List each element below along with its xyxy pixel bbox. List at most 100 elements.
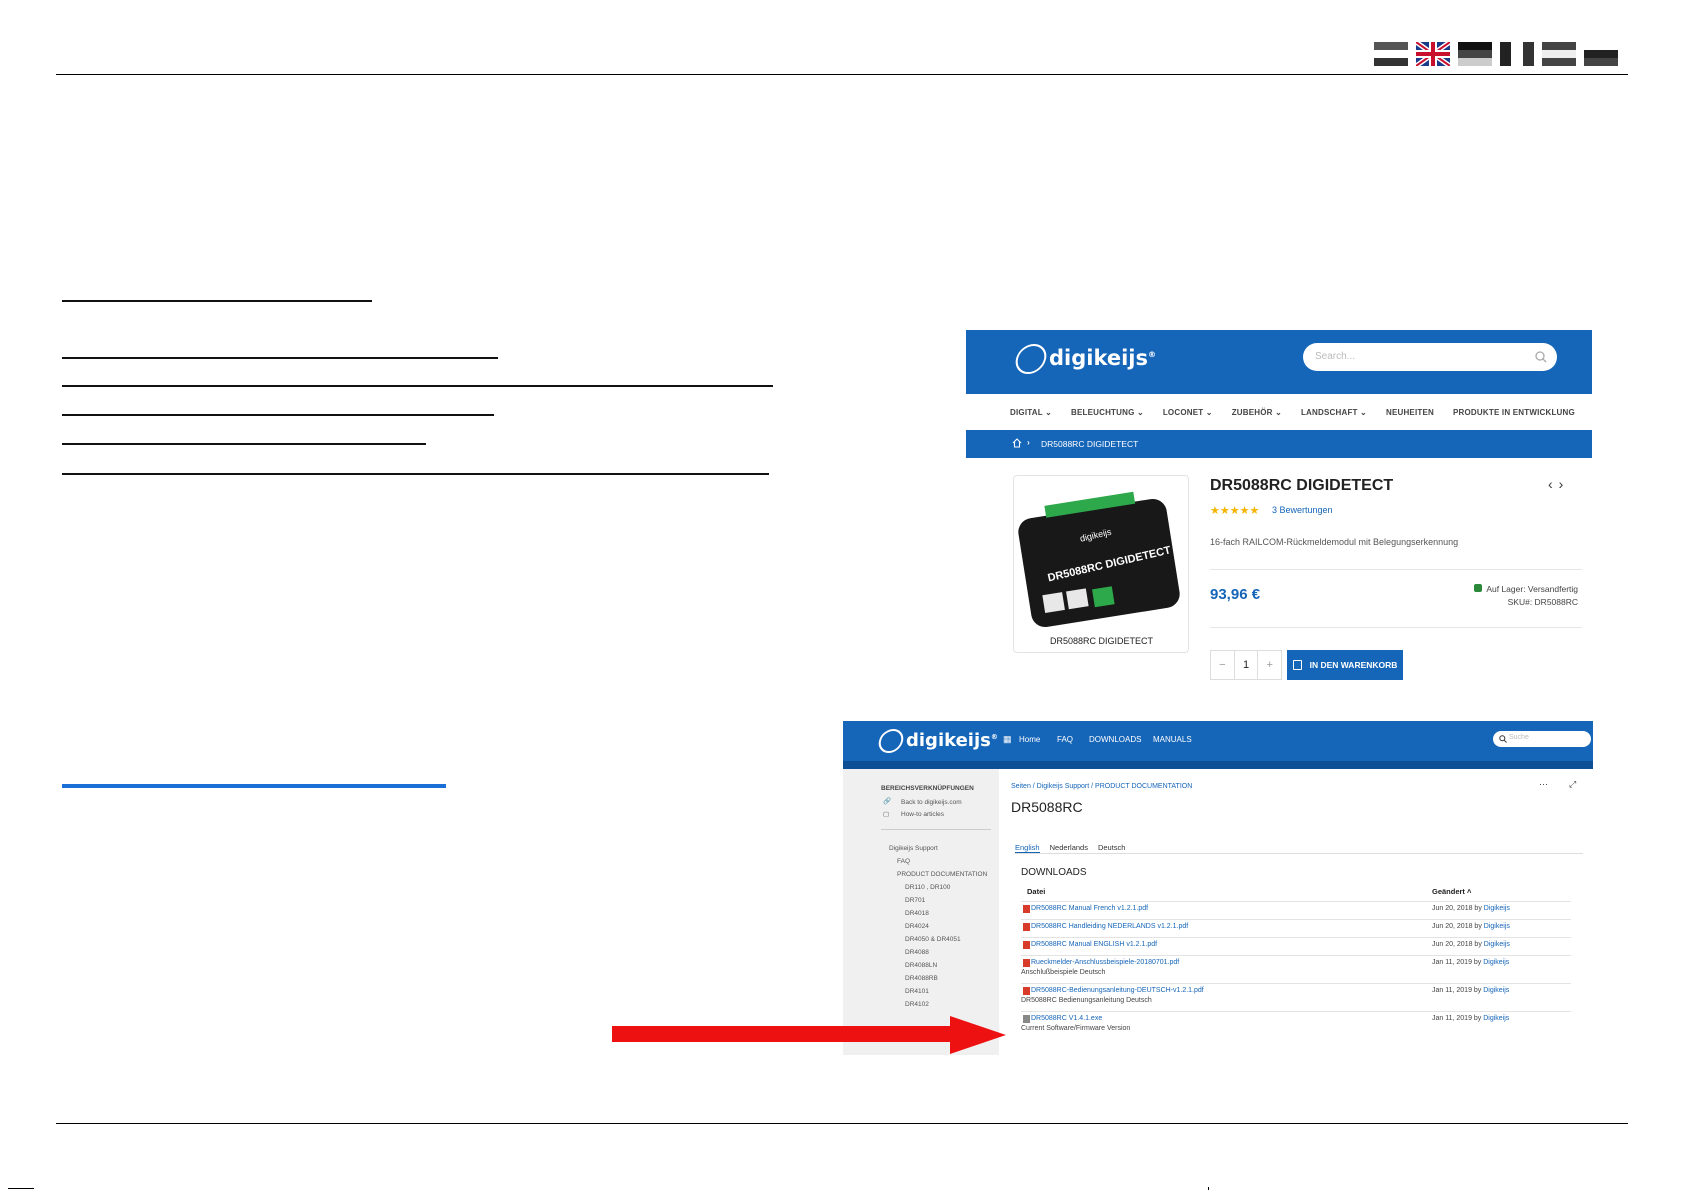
pdf-icon (1023, 905, 1030, 913)
author-link[interactable]: Digikeijs (1484, 905, 1510, 912)
docs-search-input[interactable]: Suche (1493, 731, 1591, 747)
table-row[interactable]: DR5088RC V1.4.1.exe Current Software/Fir… (1021, 1011, 1571, 1040)
flag-uk[interactable] (1416, 42, 1450, 66)
product-nav-arrows[interactable]: ‹› (1548, 476, 1569, 492)
search-icon[interactable] (1535, 351, 1547, 363)
apps-grid-icon[interactable]: ▦ (1003, 734, 1012, 745)
tree-item[interactable]: DR4088 (905, 949, 929, 956)
file-link[interactable]: DR5088RC-Bedienungsanleitung-DEUTSCH-v1.… (1031, 987, 1204, 994)
col-changed-header[interactable]: Geändert ˄ (1432, 887, 1471, 896)
nav-neuheiten[interactable]: NEUHEITEN (1386, 408, 1434, 417)
table-row[interactable]: Rueckmelder-Anschlussbeispiele-20180701.… (1021, 955, 1571, 984)
flag-4[interactable] (1500, 42, 1534, 66)
author-link[interactable]: Digikeijs (1483, 1015, 1509, 1022)
tree-faq[interactable]: FAQ (897, 858, 910, 865)
flag-1[interactable] (1374, 42, 1408, 66)
tabs-divider (1015, 853, 1583, 854)
table-row[interactable]: DR5088RC-Bedienungsanleitung-DEUTSCH-v1.… (1021, 983, 1571, 1012)
docs-nav-home[interactable]: Home (1019, 735, 1040, 744)
file-date: Jan 11, 2019 by Digikeijs (1432, 959, 1510, 966)
table-row[interactable]: DR5088RC Manual French v1.2.1.pdf Jun 20… (1021, 901, 1571, 920)
docs-nav-manuals[interactable]: MANUALS (1153, 735, 1192, 744)
link-underline[interactable] (62, 784, 446, 788)
tab-english[interactable]: English (1015, 843, 1040, 853)
tree-item[interactable]: DR4102 (905, 1001, 929, 1008)
sidebar-link-back[interactable]: Back to digikeijs.com (901, 799, 962, 806)
nav-landschaft[interactable]: LANDSCHAFT ⌄ (1301, 408, 1367, 417)
shop-logo[interactable]: digikeijs® (1012, 344, 1156, 374)
add-to-cart-label: IN DEN WARENKORB (1309, 660, 1398, 670)
file-link[interactable]: DR5088RC Manual ENGLISH v1.2.1.pdf (1031, 941, 1157, 948)
nav-beleuchtung[interactable]: BELEUCHTUNG ⌄ (1071, 408, 1144, 417)
tree-product-documentation[interactable]: PRODUCT DOCUMENTATION (897, 871, 987, 878)
docs-sidebar: BEREICHSVERKNÜPFUNGEN 🔗 Back to digikeij… (843, 769, 999, 1055)
tree-digikeijs-support[interactable]: Digikeijs Support (889, 845, 938, 852)
author-link[interactable]: Digikeijs (1484, 941, 1510, 948)
chevron-left-icon[interactable]: ‹ (1548, 476, 1559, 492)
downloads-heading: DOWNLOADS (1021, 867, 1087, 878)
file-link[interactable]: DR5088RC V1.4.1.exe (1031, 1015, 1102, 1022)
rating-stars: ★★★★★ (1210, 505, 1260, 517)
tree-item[interactable]: DR4088RB (905, 975, 938, 982)
file-link[interactable]: DR5088RC Handleiding NEDERLANDS v1.2.1.p… (1031, 923, 1188, 930)
qty-minus-button[interactable]: − (1211, 651, 1235, 679)
flag-5[interactable] (1542, 42, 1576, 66)
text-line-2 (62, 357, 498, 359)
add-to-cart-button[interactable]: IN DEN WARENKORB (1287, 650, 1403, 680)
more-icon[interactable]: ⋯ (1539, 779, 1548, 790)
tree-item[interactable]: DR4050 & DR4051 (905, 936, 961, 943)
table-row[interactable]: DR5088RC Manual ENGLISH v1.2.1.pdf Jun 2… (1021, 937, 1571, 956)
text-line-4 (62, 414, 494, 416)
qty-plus-button[interactable]: + (1258, 651, 1281, 679)
shop-search-input[interactable]: Search... (1303, 343, 1557, 371)
docs-breadcrumb[interactable]: Seiten / Digikeijs Support / PRODUCT DOC… (1011, 783, 1192, 790)
flag-6[interactable] (1584, 42, 1618, 66)
shop-header: digikeijs® Search... (966, 330, 1592, 394)
file-link[interactable]: DR5088RC Manual French v1.2.1.pdf (1031, 905, 1148, 912)
tree-item[interactable]: DR4024 (905, 923, 929, 930)
product-image[interactable]: digikeijs DR5088RC DIGIDETECT DR5088RC D… (1013, 475, 1189, 653)
docs-search-placeholder: Suche (1509, 734, 1529, 741)
docs-logo[interactable]: digikeijs® (876, 729, 998, 753)
nav-produkte-in-entwicklung[interactable]: PRODUKTE IN ENTWICKLUNG (1453, 408, 1575, 417)
file-link[interactable]: Rueckmelder-Anschlussbeispiele-20180701.… (1031, 959, 1179, 966)
product-description: 16-fach RAILCOM-Rückmeldemodul mit Beleg… (1210, 537, 1459, 547)
docs-nav-faq[interactable]: FAQ (1057, 735, 1073, 744)
nav-digital[interactable]: DIGITAL ⌄ (1010, 408, 1052, 417)
tree-item[interactable]: DR4088LN (905, 962, 937, 969)
qty-value[interactable]: 1 (1235, 651, 1259, 679)
footer-rule (56, 1123, 1628, 1124)
sidebar-link-howto[interactable]: How-to articles (901, 811, 944, 818)
quantity-stepper[interactable]: − 1 + (1210, 650, 1282, 680)
search-icon[interactable] (1499, 735, 1507, 743)
file-date: Jun 20, 2018 by Digikeijs (1432, 905, 1510, 912)
chevron-right-icon[interactable]: › (1559, 476, 1570, 492)
flag-3[interactable] (1458, 42, 1492, 66)
tree-item[interactable]: DR4018 (905, 910, 929, 917)
home-icon[interactable] (1012, 438, 1022, 448)
nav-zubehoer[interactable]: ZUBEHÖR ⌄ (1232, 408, 1282, 417)
expand-icon[interactable]: ⤢ (1569, 779, 1576, 790)
tree-item[interactable]: DR4101 (905, 988, 929, 995)
table-row[interactable]: DR5088RC Handleiding NEDERLANDS v1.2.1.p… (1021, 919, 1571, 938)
col-file-header[interactable]: Datei (1027, 887, 1045, 896)
sku: SKU#: DR5088RC (1507, 597, 1578, 607)
tree-item[interactable]: DR701 (905, 897, 925, 904)
footer-mark-left (8, 1188, 34, 1189)
author-link[interactable]: Digikeijs (1483, 987, 1509, 994)
link-icon: 🔗 (883, 798, 892, 805)
uk-flag-icon (1416, 42, 1450, 66)
tab-deutsch[interactable]: Deutsch (1098, 843, 1126, 852)
pdf-icon (1023, 923, 1030, 931)
docs-nav-downloads[interactable]: DOWNLOADS (1089, 735, 1141, 744)
author-link[interactable]: Digikeijs (1484, 923, 1510, 930)
product-title: DR5088RC DIGIDETECT (1210, 477, 1394, 494)
tab-nederlands[interactable]: Nederlands (1050, 843, 1088, 852)
logo-mark-icon (876, 729, 906, 753)
sidebar-divider (881, 829, 991, 830)
tree-item[interactable]: DR110 , DR100 (905, 884, 950, 891)
nav-loconet[interactable]: LOCONET ⌄ (1163, 408, 1213, 417)
reviews-link[interactable]: 3 Bewertungen (1272, 505, 1333, 515)
bag-icon (1292, 660, 1302, 670)
author-link[interactable]: Digikeijs (1483, 959, 1509, 966)
